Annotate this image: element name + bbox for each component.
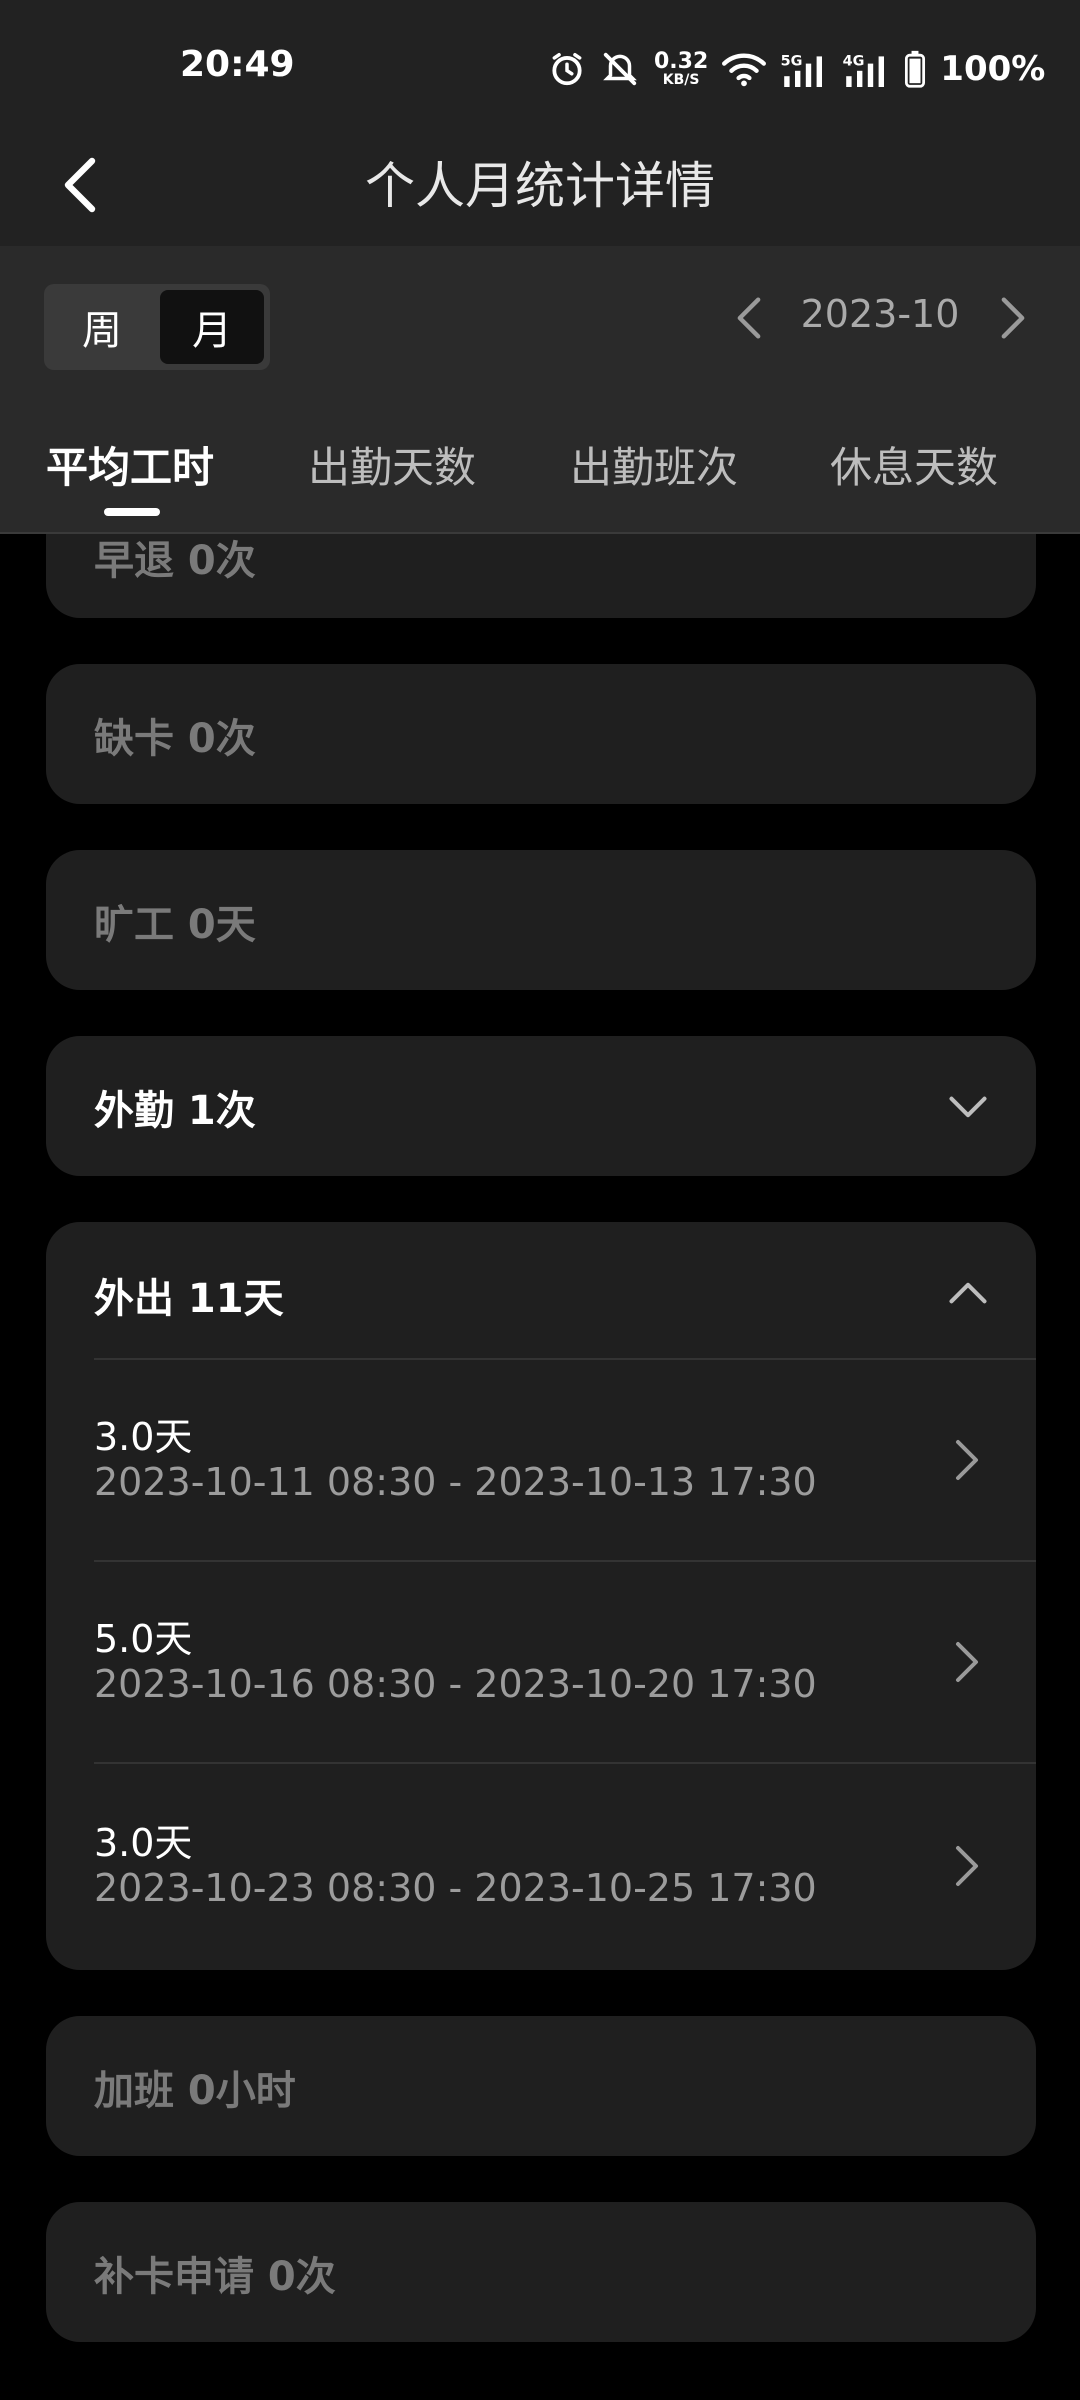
card-absence-title: 旷工 0天 — [94, 902, 256, 948]
card-absence[interactable]: 旷工 0天 — [46, 850, 1036, 990]
stats-list[interactable]: 早退 0次 缺卡 0次 旷工 0天 外勤 1次 外出 11天 3.0天 2023… — [0, 534, 1080, 2400]
card-overtime[interactable]: 加班 0小时 — [46, 2016, 1036, 2156]
battery-icon — [905, 50, 926, 88]
current-month-label: 2023-10 — [800, 292, 960, 336]
svg-text:4G: 4G — [843, 53, 865, 69]
card-missing-punch-title: 缺卡 0次 — [94, 716, 256, 762]
chevron-down-icon — [949, 1096, 987, 1118]
out-entry-row[interactable]: 5.0天 2023-10-16 08:30 - 2023-10-20 17:30 — [46, 1562, 1036, 1762]
chevron-right-icon — [956, 1440, 978, 1480]
app-header: 个人月统计详情 — [0, 130, 1080, 246]
status-icons: 0.32 KB/S 5G 4G 100% — [548, 44, 1045, 94]
card-out: 外出 11天 3.0天 2023-10-11 08:30 - 2023-10-1… — [46, 1222, 1036, 1970]
out-entry-range: 2023-10-11 08:30 - 2023-10-13 17:30 — [94, 1460, 817, 1504]
svg-text:5G: 5G — [781, 53, 803, 69]
alarm-icon — [552, 53, 582, 86]
wifi-icon — [722, 53, 767, 87]
out-entry-row[interactable]: 3.0天 2023-10-11 08:30 - 2023-10-13 17:30 — [46, 1360, 1036, 1560]
divider — [94, 1762, 1036, 1764]
stat-tabs: 平均工时 出勤天数 出勤班次 休息天数 — [0, 380, 1080, 534]
card-overtime-title: 加班 0小时 — [94, 2068, 296, 2114]
card-early-leave[interactable]: 早退 0次 — [46, 534, 1036, 618]
chevron-left-icon — [737, 297, 761, 339]
chevron-right-icon — [956, 1846, 978, 1886]
card-makeup-request-title: 补卡申请 0次 — [94, 2254, 336, 2300]
out-entry-days: 3.0天 — [94, 1415, 193, 1459]
tab-rest-days[interactable]: 休息天数 — [830, 434, 998, 495]
card-field-work-title: 外勤 1次 — [94, 1088, 256, 1134]
battery-percent: 100% — [940, 49, 1046, 89]
net-speed: 0.32 KB/S — [654, 49, 709, 88]
status-time: 20:49 — [180, 44, 295, 85]
mute-icon — [603, 52, 637, 86]
chevron-up-icon[interactable] — [946, 1272, 990, 1316]
status-bar: 20:49 0.32 KB/S 5G 4G 100% — [0, 0, 1080, 130]
period-month-option[interactable]: 月 — [160, 290, 264, 364]
page-title: 个人月统计详情 — [365, 157, 715, 215]
tab-attendance-days[interactable]: 出勤天数 — [308, 434, 476, 495]
tab-attendance-shifts[interactable]: 出勤班次 — [570, 434, 738, 495]
out-entry-range: 2023-10-16 08:30 - 2023-10-20 17:30 — [94, 1662, 817, 1706]
out-entry-days: 5.0天 — [94, 1617, 193, 1661]
period-week-option[interactable]: 周 — [50, 290, 154, 364]
chevron-right-icon — [956, 1642, 978, 1682]
card-early-leave-title: 早退 0次 — [94, 538, 256, 584]
5g-signal-icon: 5G — [781, 53, 823, 87]
active-tab-indicator — [104, 508, 160, 516]
prev-month-button[interactable] — [724, 290, 774, 346]
tab-average-hours[interactable]: 平均工时 — [46, 434, 214, 495]
card-missing-punch[interactable]: 缺卡 0次 — [46, 664, 1036, 804]
out-entry-row[interactable]: 3.0天 2023-10-23 08:30 - 2023-10-25 17:30 — [46, 1766, 1036, 1966]
out-entry-range: 2023-10-23 08:30 - 2023-10-25 17:30 — [94, 1866, 817, 1910]
out-entry-days: 3.0天 — [94, 1821, 193, 1865]
card-makeup-request[interactable]: 补卡申请 0次 — [46, 2202, 1036, 2342]
card-out-title[interactable]: 外出 11天 — [94, 1266, 284, 1324]
period-segmented-control: 周 月 — [44, 284, 270, 370]
next-month-button[interactable] — [988, 290, 1038, 346]
chevron-right-icon — [1001, 297, 1025, 339]
card-field-work[interactable]: 外勤 1次 — [46, 1036, 1036, 1176]
4g-signal-icon: 4G — [843, 53, 885, 87]
